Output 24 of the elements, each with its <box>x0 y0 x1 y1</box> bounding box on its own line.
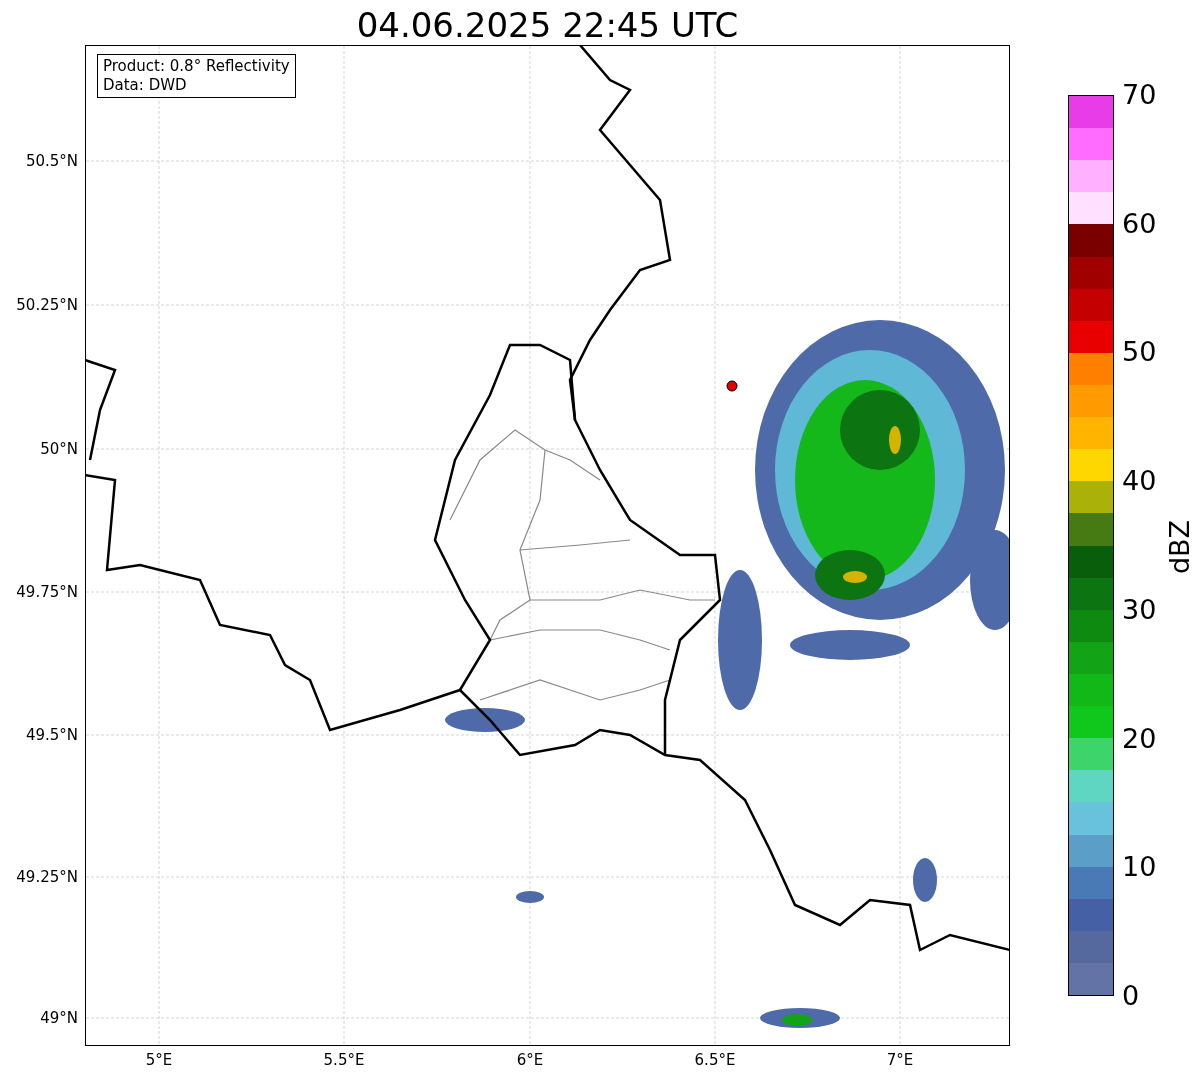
y-tick-label: 50.25°N <box>16 296 78 314</box>
x-tick-label: 5.5°E <box>322 1051 366 1069</box>
x-tick-label: 7°E <box>885 1051 915 1069</box>
info-text: Product: 0.8° Reflectivity <box>103 57 290 76</box>
x-tick-label: 5°E <box>144 1051 174 1069</box>
colorbar-tick-label: 70 <box>1122 80 1157 110</box>
y-tick-label: 50°N <box>40 440 78 458</box>
info-text: Data: DWD <box>103 76 188 95</box>
y-tick-label: 49.75°N <box>16 583 78 601</box>
colorbar-tick-label: 50 <box>1122 337 1157 368</box>
colorbar-tick-label: 10 <box>1122 852 1157 883</box>
chart-title: 04.06.2025 22:45 UTC <box>355 4 740 46</box>
y-tick-label: 49°N <box>40 1009 78 1027</box>
colorbar-label: dBZ <box>1165 518 1195 577</box>
x-tick-label: 6.5°E <box>693 1051 737 1069</box>
colorbar-tick-label: 20 <box>1122 723 1157 754</box>
colorbar-tick-label: 30 <box>1122 594 1157 625</box>
y-tick-label: 49.25°N <box>16 868 78 886</box>
colorbar-tick-label: 0 <box>1122 981 1140 1011</box>
y-tick-label: 49.5°N <box>25 726 78 744</box>
x-tick-label: 6°E <box>515 1051 545 1069</box>
colorbar-tick-label: 40 <box>1122 466 1157 497</box>
y-tick-label: 50.5°N <box>25 152 78 170</box>
colorbar-tick-label: 60 <box>1122 208 1157 239</box>
